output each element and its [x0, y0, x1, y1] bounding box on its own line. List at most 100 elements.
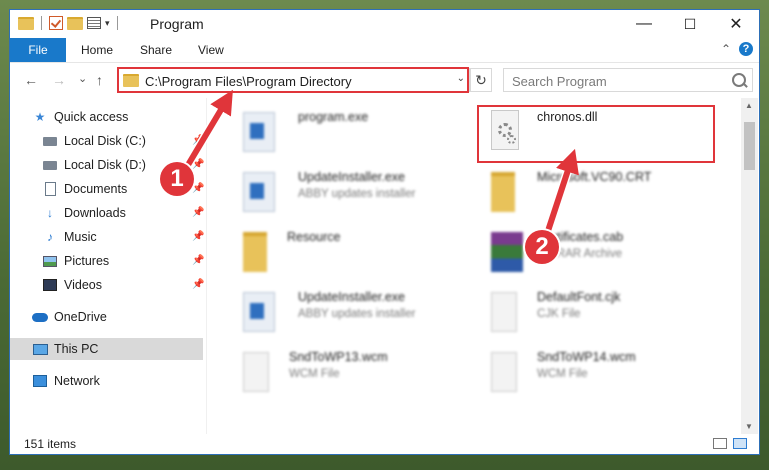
- up-button[interactable]: ↑: [96, 72, 103, 88]
- pin-icon[interactable]: 📌: [192, 135, 204, 146]
- forward-button[interactable]: →: [52, 72, 66, 88]
- file-list: program.exe chronos.dll UpdateInstaller.…: [207, 98, 741, 434]
- address-bar[interactable]: C:\Program Files\Program Directory ⌄: [118, 68, 470, 92]
- computer-icon: [32, 342, 48, 356]
- window-title: Program: [150, 16, 204, 32]
- sidebar-item-music[interactable]: ♪ Music: [42, 226, 97, 248]
- file-icon: [491, 352, 517, 392]
- network-icon: [32, 374, 48, 388]
- vertical-scrollbar[interactable]: ▲ ▼: [741, 98, 758, 434]
- back-button[interactable]: ←: [24, 72, 38, 88]
- file-name: UpdateInstaller.exe: [298, 170, 406, 184]
- sidebar-item-local-disk-d[interactable]: Local Disk (D:): [42, 154, 146, 176]
- address-path[interactable]: C:\Program Files\Program Directory: [145, 74, 352, 89]
- quick-access-toolbar: ▾: [18, 16, 121, 30]
- collapse-ribbon-icon[interactable]: ⌃: [721, 42, 731, 56]
- sidebar-item-label: Quick access: [54, 110, 129, 124]
- sidebar-item-label: OneDrive: [54, 310, 107, 324]
- sidebar-item-label: Network: [54, 374, 100, 388]
- sidebar-item-this-pc[interactable]: This PC: [10, 338, 203, 360]
- file-item[interactable]: DefaultFont.cjk CJK File: [491, 288, 731, 342]
- search-placeholder[interactable]: Search Program: [512, 74, 607, 89]
- sidebar-item-pictures[interactable]: Pictures: [42, 250, 109, 272]
- step-2-badge: 2: [525, 230, 559, 264]
- sidebar-item-onedrive[interactable]: OneDrive: [32, 306, 107, 328]
- folder-icon: [123, 74, 139, 87]
- sidebar-item-downloads[interactable]: ↓ Downloads: [42, 202, 126, 224]
- sidebar-item-label: Pictures: [64, 254, 110, 268]
- sidebar-item-documents[interactable]: Documents: [42, 178, 127, 200]
- sidebar-item-local-disk-c[interactable]: Local Disk (C:): [42, 130, 146, 152]
- title-bar: ▾ Program — ☐ ✕: [10, 10, 759, 38]
- close-button[interactable]: ✕: [713, 10, 759, 38]
- file-icon: [491, 292, 517, 332]
- search-box[interactable]: Search Program: [503, 68, 753, 92]
- sidebar-item-label: Music: [64, 230, 97, 244]
- file-type: WCM File: [289, 368, 340, 380]
- scroll-down-icon[interactable]: ▼: [745, 422, 753, 431]
- navigation-bar: ← → ⌄ ↑ C:\Program Files\Program Directo…: [10, 62, 759, 98]
- recent-locations-button[interactable]: ⌄: [78, 72, 87, 85]
- refresh-button[interactable]: ↻: [470, 68, 492, 92]
- file-item-chronos-dll[interactable]: chronos.dll: [491, 108, 731, 162]
- drive-icon: [42, 158, 58, 172]
- sidebar-item-quick-access[interactable]: ★ Quick access: [32, 106, 129, 128]
- large-icons-view-icon[interactable]: [733, 438, 747, 449]
- toolbar-divider: [116, 16, 118, 30]
- pin-icon[interactable]: 📌: [192, 183, 204, 194]
- file-item[interactable]: Resource: [243, 228, 483, 282]
- file-item[interactable]: program.exe: [243, 108, 483, 162]
- new-folder-icon[interactable]: [67, 16, 83, 30]
- scroll-up-icon[interactable]: ▲: [745, 101, 753, 110]
- pin-icon[interactable]: 📌: [192, 255, 204, 266]
- sidebar-item-label: Documents: [64, 182, 128, 196]
- file-item[interactable]: SndToWP14.wcm WCM File: [491, 348, 731, 402]
- item-count: 151 items: [24, 437, 77, 451]
- ribbon: File Home Share View ⌃ ?: [10, 38, 759, 63]
- search-icon: [732, 73, 746, 87]
- maximize-button[interactable]: ☐: [667, 10, 713, 38]
- folder-icon: [18, 16, 34, 30]
- pin-icon[interactable]: 📌: [192, 159, 204, 170]
- toolbar-divider: [41, 16, 42, 30]
- star-icon: ★: [34, 110, 46, 124]
- tab-share[interactable]: Share: [140, 43, 172, 57]
- documents-icon: [42, 182, 58, 196]
- file-type: ABBY updates installer: [298, 308, 416, 320]
- file-name: DefaultFont.cjk: [537, 290, 621, 304]
- folder-icon: [243, 232, 267, 272]
- details-view-icon[interactable]: [713, 438, 727, 449]
- customize-toolbar-dropdown-icon[interactable]: ▾: [105, 18, 110, 29]
- sidebar-item-label: Local Disk (D:): [64, 158, 146, 172]
- file-item[interactable]: UpdateInstaller.exe ABBY updates install…: [243, 288, 483, 342]
- help-icon[interactable]: ?: [739, 42, 753, 56]
- file-name: Microsoft.VC90.CRT: [537, 170, 652, 184]
- file-name: Resource: [287, 230, 341, 244]
- file-item[interactable]: Microsoft.VC90.CRT: [491, 168, 731, 222]
- sidebar-item-network[interactable]: Network: [32, 370, 100, 392]
- sidebar-item-videos[interactable]: Videos: [42, 274, 102, 296]
- drive-icon: [42, 134, 58, 148]
- file-type: ABBY updates installer: [298, 188, 416, 200]
- file-name: program.exe: [298, 110, 369, 124]
- file-name: chronos.dll: [537, 110, 598, 124]
- tab-view[interactable]: View: [198, 43, 224, 57]
- sidebar-item-label: This PC: [54, 342, 99, 356]
- file-item[interactable]: SndToWP13.wcm WCM File: [243, 348, 483, 402]
- pin-icon[interactable]: 📌: [192, 279, 204, 290]
- explorer-window: ▾ Program — ☐ ✕ File Home Share View ⌃ ?…: [10, 10, 759, 454]
- file-tab[interactable]: File: [10, 38, 66, 62]
- tab-home[interactable]: Home: [81, 43, 113, 57]
- folder-icon: [491, 172, 515, 212]
- pin-icon[interactable]: 📌: [192, 231, 204, 242]
- view-details-icon[interactable]: [87, 17, 101, 29]
- address-dropdown-icon[interactable]: ⌄: [457, 73, 465, 84]
- scrollbar-thumb[interactable]: [744, 122, 755, 170]
- file-item[interactable]: UpdateInstaller.exe ABBY updates install…: [243, 168, 483, 222]
- sidebar-item-label: Local Disk (C:): [64, 134, 146, 148]
- pin-icon[interactable]: 📌: [192, 207, 204, 218]
- download-icon: ↓: [47, 206, 53, 220]
- music-icon: ♪: [47, 230, 53, 244]
- properties-check-icon[interactable]: [49, 16, 63, 30]
- minimize-button[interactable]: —: [621, 10, 667, 38]
